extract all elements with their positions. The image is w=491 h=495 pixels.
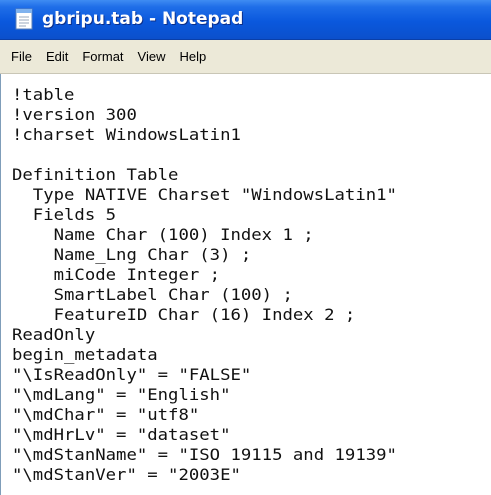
editor-line: Name_Lng Char (3) ; [12,245,252,264]
editor-line: "\mdStanVer" = "2003E" [12,465,241,484]
editor-line: Name Char (100) Index 1 ; [12,225,314,244]
editor-line: "\mdLang" = "English" [12,385,231,404]
editor-line: !charset WindowsLatin1 [12,125,241,144]
editor-line: "\mdStanName" = "ISO 19115 and 19139" [12,445,397,464]
editor-line: begin_metadata [12,345,158,364]
editor-line: ReadOnly [12,325,96,344]
editor-line: "\mdHrLv" = "dataset" [12,425,231,444]
menu-file[interactable]: File [0,47,39,67]
title-bar[interactable]: gbripu.tab - Notepad [0,0,491,40]
window-title: gbripu.tab - Notepad [42,9,244,29]
menu-bar: File Edit Format View Help [0,40,491,74]
menu-format[interactable]: Format [75,47,130,67]
text-editor-area[interactable]: !table !version 300 !charset WindowsLati… [0,74,491,495]
editor-line: !version 300 [12,105,137,124]
notepad-window: gbripu.tab - Notepad File Edit Format Vi… [0,0,491,495]
menu-edit[interactable]: Edit [39,47,75,67]
editor-line: !table [12,85,75,104]
notepad-icon[interactable] [15,8,33,30]
editor-line: SmartLabel Char (100) ; [12,285,293,304]
editor-line: "\mdChar" = "utf8" [12,405,200,424]
editor-line: Fields 5 [12,205,117,224]
editor-line: Type NATIVE Charset "WindowsLatin1" [12,185,397,204]
editor-line: Definition Table [12,165,179,184]
editor-line: miCode Integer ; [12,265,221,284]
editor-line: "\IsReadOnly" = "FALSE" [12,365,252,384]
menu-view[interactable]: View [131,47,173,67]
menu-help[interactable]: Help [172,47,213,67]
editor-line: FeatureID Char (16) Index 2 ; [12,305,356,324]
